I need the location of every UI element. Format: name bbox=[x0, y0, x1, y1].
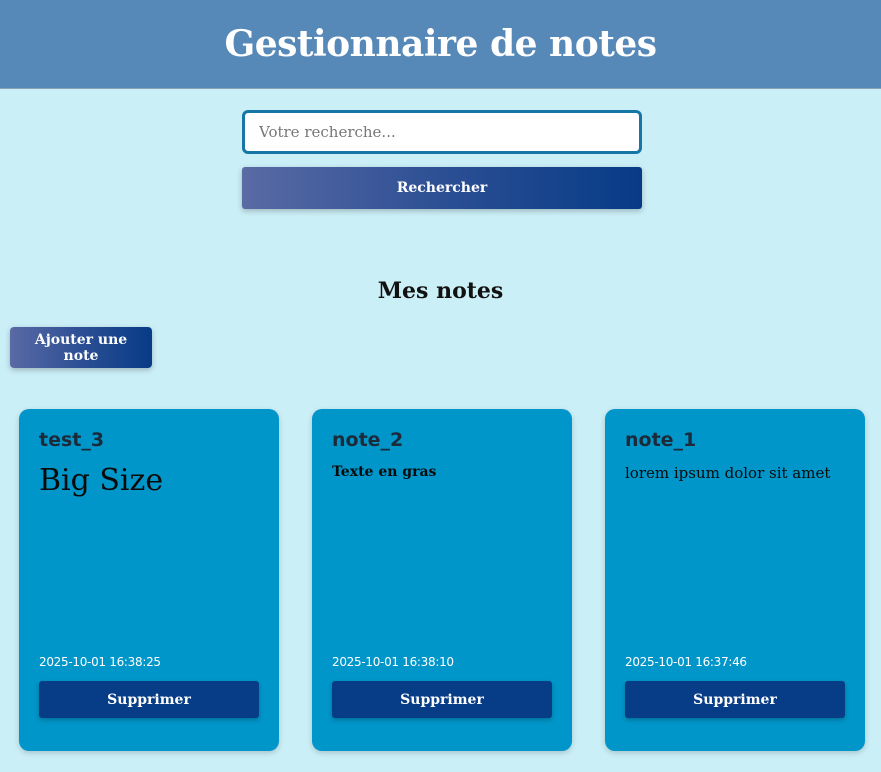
note-title: note_1 bbox=[625, 429, 697, 451]
note-content: Texte en gras bbox=[332, 464, 437, 480]
notes-section-title: Mes notes bbox=[377, 278, 504, 304]
note-date: 2025-10-01 16:37:46 bbox=[625, 655, 747, 669]
note-card: note_1 lorem ipsum dolor sit amet 2025-1… bbox=[605, 409, 865, 751]
app-header: Gestionnaire de notes bbox=[0, 0, 881, 89]
delete-note-button[interactable]: Supprimer bbox=[332, 681, 552, 718]
note-card: test_3 Big Size 2025-10-01 16:38:25 Supp… bbox=[19, 409, 279, 751]
delete-note-button[interactable]: Supprimer bbox=[625, 681, 845, 718]
app-title: Gestionnaire de notes bbox=[224, 23, 657, 65]
delete-note-button[interactable]: Supprimer bbox=[39, 681, 259, 718]
add-note-button[interactable]: Ajouter une note bbox=[10, 327, 152, 368]
note-title: note_2 bbox=[332, 429, 404, 451]
note-card: note_2 Texte en gras 2025-10-01 16:38:10… bbox=[312, 409, 572, 751]
note-date: 2025-10-01 16:38:10 bbox=[332, 655, 454, 669]
note-date: 2025-10-01 16:38:25 bbox=[39, 655, 161, 669]
search-button[interactable]: Rechercher bbox=[242, 167, 642, 209]
search-input[interactable] bbox=[242, 110, 642, 154]
note-content: Big Size bbox=[39, 463, 164, 498]
note-title: test_3 bbox=[39, 429, 105, 451]
note-content: lorem ipsum dolor sit amet bbox=[625, 464, 831, 482]
